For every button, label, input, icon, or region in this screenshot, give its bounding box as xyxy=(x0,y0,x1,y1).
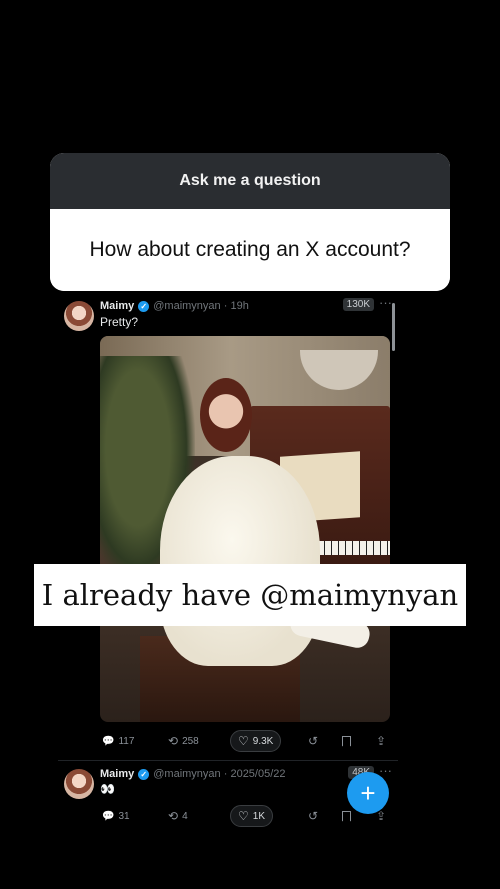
avatar[interactable] xyxy=(64,769,94,799)
grok-icon: ↺ xyxy=(308,734,319,748)
photo-person-head xyxy=(200,378,252,452)
grok-icon: ↺ xyxy=(308,809,319,823)
repost-button[interactable]: ⟲ 4 xyxy=(168,809,188,823)
question-sticker[interactable]: Ask me a question How about creating an … xyxy=(50,153,450,291)
like-button[interactable]: ♡ 1K xyxy=(230,805,273,827)
compose-button[interactable]: + xyxy=(347,772,389,814)
dot-separator: · xyxy=(220,768,231,780)
tweet-actions: 💬 31 ⟲ 4 ♡ 1K ↺ ⇪ xyxy=(100,805,398,827)
more-options-icon[interactable]: ··· xyxy=(379,295,392,310)
heart-icon: ♡ xyxy=(238,809,249,823)
reply-button[interactable]: 💬 31 xyxy=(102,811,130,822)
share-icon: ⇪ xyxy=(376,734,387,748)
repost-icon: ⟲ xyxy=(168,809,179,823)
handle[interactable]: @maimynyan xyxy=(153,768,220,780)
display-name[interactable]: Maimy xyxy=(100,768,134,780)
question-text: How about creating an X account? xyxy=(50,209,450,291)
bookmark-button[interactable] xyxy=(342,810,351,822)
tweet-photo[interactable] xyxy=(100,336,390,722)
verified-icon: ✓ xyxy=(138,768,150,780)
question-header: Ask me a question xyxy=(50,153,450,209)
timestamp[interactable]: 19h xyxy=(230,300,248,312)
repost-icon: ⟲ xyxy=(168,734,179,748)
tweet-text: Pretty? xyxy=(100,315,139,329)
scrollbar[interactable] xyxy=(392,303,395,351)
heart-icon: ♡ xyxy=(238,734,249,748)
repost-count: 258 xyxy=(182,735,199,747)
verified-icon: ✓ xyxy=(138,300,150,312)
plus-icon: + xyxy=(360,777,376,808)
like-count: 1K xyxy=(252,810,265,822)
dot-separator: · xyxy=(220,300,231,312)
timestamp[interactable]: 2025/05/22 xyxy=(230,768,285,780)
tweet-text: 👀 xyxy=(100,782,115,796)
bookmark-icon xyxy=(342,735,351,747)
repost-button[interactable]: ⟲ 258 xyxy=(168,734,199,748)
tweet-actions: 💬 117 ⟲ 258 ♡ 9.3K ↺ ⇪ xyxy=(100,730,398,752)
grok-button[interactable]: ↺ xyxy=(308,809,318,823)
reply-icon: 💬 xyxy=(102,810,115,822)
display-name[interactable]: Maimy xyxy=(100,300,134,312)
repost-count: 4 xyxy=(182,810,188,822)
grok-button[interactable]: ↺ xyxy=(308,734,318,748)
reply-count: 31 xyxy=(118,810,130,822)
bookmark-icon xyxy=(342,810,351,822)
like-button[interactable]: ♡ 9.3K xyxy=(230,730,282,752)
caption-overlay: I already have @maimynyan xyxy=(34,564,466,626)
handle[interactable]: @maimynyan xyxy=(153,300,220,312)
like-count: 9.3K xyxy=(252,735,274,747)
reply-count: 117 xyxy=(118,735,135,747)
bookmark-button[interactable] xyxy=(342,735,351,747)
reply-icon: 💬 xyxy=(102,735,115,747)
avatar[interactable] xyxy=(64,301,94,331)
tweet-divider xyxy=(58,760,398,761)
reply-button[interactable]: 💬 117 xyxy=(102,736,134,747)
share-button[interactable]: ⇪ xyxy=(376,734,386,748)
view-count-badge: 130K xyxy=(342,298,374,311)
